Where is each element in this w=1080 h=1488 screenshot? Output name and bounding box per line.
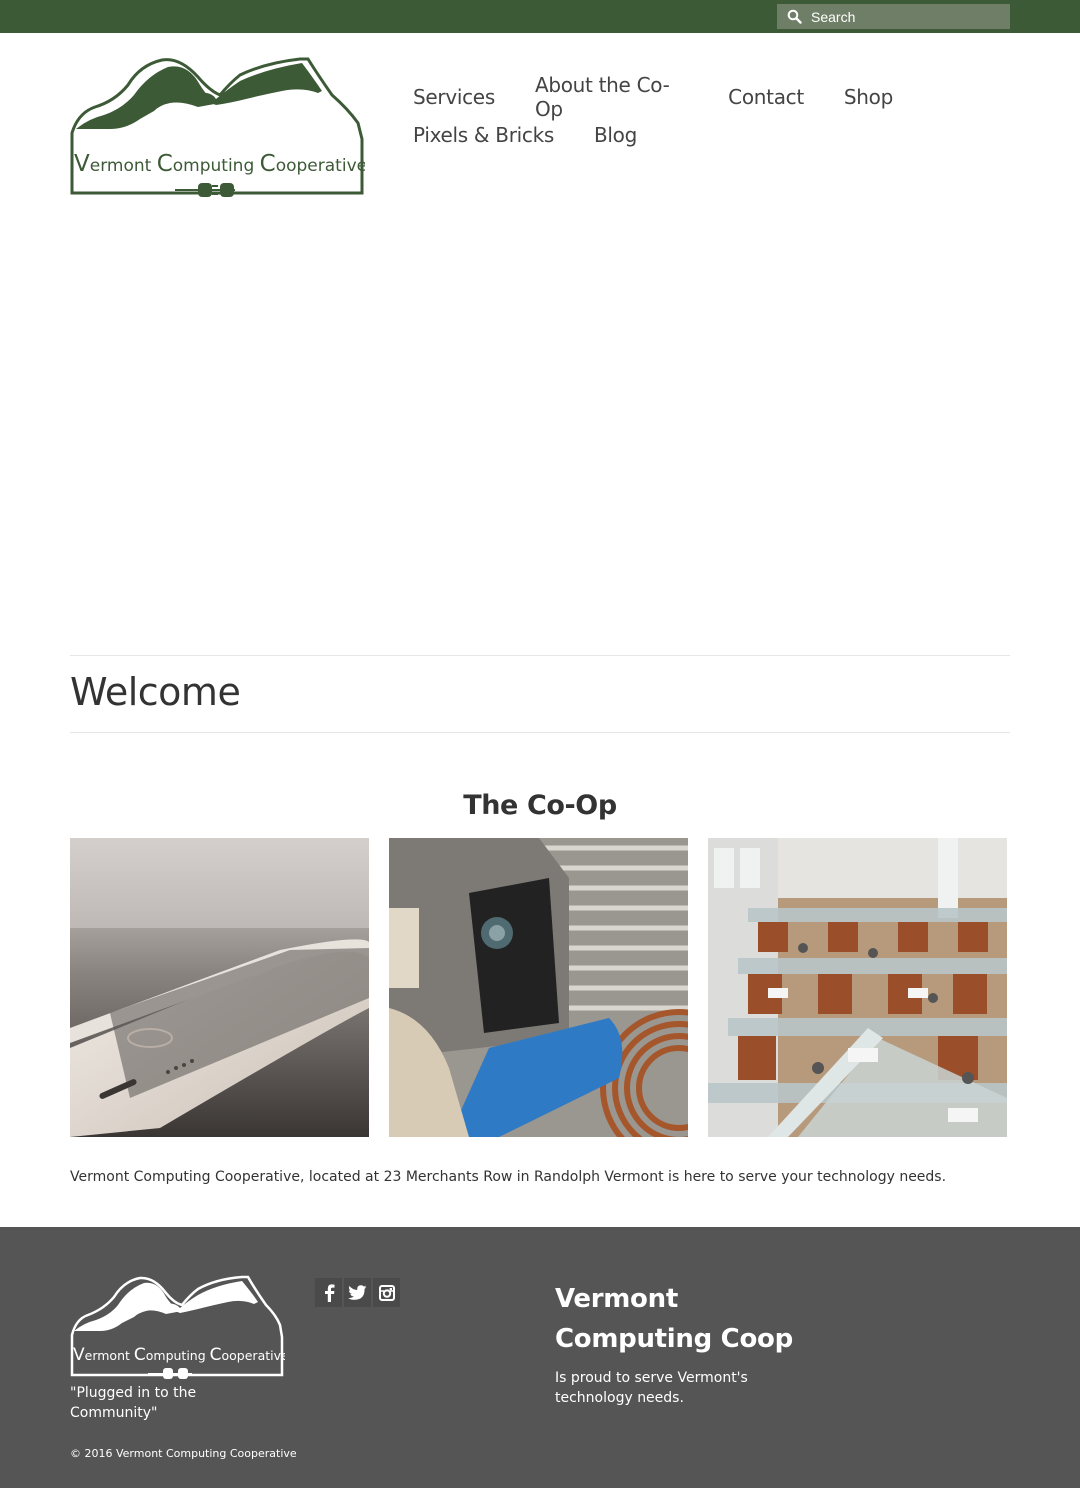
search-box[interactable] [777, 4, 1010, 29]
svg-text:Vermont Computing Cooperative: Vermont Computing Cooperative [73, 1345, 285, 1365]
footer-logo-letter-c2: C [210, 1345, 222, 1365]
section-title: The Co-Op [463, 790, 617, 821]
logo-word-ooperative: ooperative [276, 156, 365, 176]
nav-contact[interactable]: Contact [728, 85, 804, 109]
site-logo[interactable]: Vermont Computing Cooperative [70, 55, 367, 201]
copyright: © 2016 Vermont Computing Cooperative [70, 1447, 297, 1460]
footer-logo[interactable]: Vermont Computing Cooperative [70, 1275, 289, 1385]
page-title: Welcome [70, 670, 241, 714]
svg-text:Vermont Computing Cooperative: Vermont Computing Cooperative [74, 151, 365, 177]
main-nav: Services About the Co-Op Contact Shop Pi… [413, 73, 933, 154]
footer-title: Vermont Computing Coop [555, 1284, 793, 1354]
logo-word-ermont: ermont [90, 156, 157, 176]
logo-word-omputing: omputing [173, 156, 260, 176]
logo-letter-c2: C [260, 151, 276, 177]
twitter-icon[interactable] [344, 1278, 371, 1307]
divider-bottom [70, 732, 1010, 733]
intro-text: Vermont Computing Cooperative, located a… [70, 1169, 947, 1185]
footer-tagline: "Plugged in to the Community" [70, 1385, 197, 1421]
search-icon[interactable] [777, 9, 811, 24]
electronics-heatsink-photo[interactable] [389, 838, 688, 1137]
nav-pixels-bricks[interactable]: Pixels & Bricks [413, 123, 554, 147]
footer-logo-word-ooperative: ooperative [222, 1348, 285, 1363]
instagram-icon[interactable] [373, 1278, 400, 1307]
nav-blog[interactable]: Blog [594, 123, 637, 147]
footer-plug-icon [148, 1368, 192, 1379]
footer-text: Is proud to serve Vermont's technology n… [555, 1370, 748, 1406]
logo-letter-c: C [157, 151, 173, 177]
logo-letter-v: V [74, 151, 90, 177]
smartphone-photo[interactable] [70, 838, 369, 1137]
footer-logo-letter-v: V [73, 1345, 85, 1365]
footer-logo-word-ermont: ermont [85, 1348, 134, 1363]
top-bar [0, 0, 1080, 33]
facebook-icon[interactable] [315, 1278, 342, 1307]
footer-logo-word-omputing: omputing [146, 1348, 210, 1363]
footer-logo-letter-c: C [134, 1345, 146, 1365]
social-links [315, 1278, 400, 1307]
nav-services[interactable]: Services [413, 85, 495, 109]
nav-shop[interactable]: Shop [844, 85, 893, 109]
office-cubicles-photo[interactable] [708, 838, 1007, 1137]
divider-top [70, 655, 1010, 656]
nav-about[interactable]: About the Co-Op [535, 73, 688, 121]
footer: Vermont Computing Cooperative "Plugged i… [0, 1227, 1080, 1488]
plug-icon [175, 183, 235, 197]
search-input[interactable] [811, 8, 1001, 25]
